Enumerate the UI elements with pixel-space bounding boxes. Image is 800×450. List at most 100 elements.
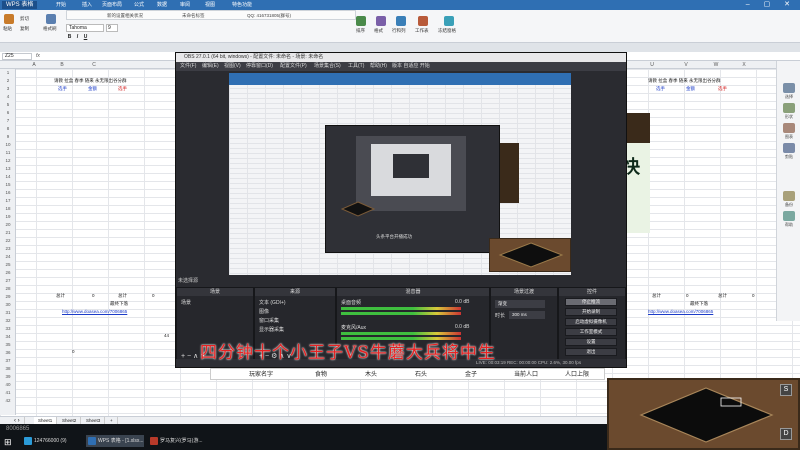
obs-menu-extra[interactable]: 版本 自适应 开始	[392, 62, 430, 71]
taskbar-item-game[interactable]: 罗马复兴(罗马)游...	[148, 435, 210, 447]
chart-icon[interactable]	[783, 123, 795, 133]
sort-icon[interactable]	[356, 16, 366, 26]
row-number[interactable]: 7	[0, 117, 16, 125]
menu-view[interactable]: 视图	[205, 0, 215, 10]
studio-mode-button[interactable]: 工作室模式	[565, 328, 617, 336]
taskbar-item-qq[interactable]: 124766000 (9)	[22, 435, 82, 447]
row-number[interactable]: 22	[0, 237, 16, 245]
row-number[interactable]: 29	[0, 293, 16, 301]
rows-cols-label[interactable]: 行和列	[392, 28, 406, 34]
row-number[interactable]: 19	[0, 213, 16, 221]
worksheet-icon[interactable]	[418, 16, 428, 26]
menu-formula[interactable]: 公式	[134, 0, 144, 10]
row-number[interactable]: 20	[0, 221, 16, 229]
format-painter-icon[interactable]	[46, 14, 56, 24]
row-number[interactable]: 5	[0, 101, 16, 109]
obs-menu-tools[interactable]: 工具(T)	[348, 62, 364, 71]
row-number[interactable]: 12	[0, 157, 16, 165]
obs-menu-view[interactable]: 视图(V)	[224, 62, 241, 71]
cut-label[interactable]: 剪切	[20, 16, 29, 22]
row-number[interactable]: 39	[0, 373, 16, 381]
obs-menu-docks[interactable]: 停靠窗口(D)	[246, 62, 273, 71]
row-number[interactable]: 28	[0, 285, 16, 293]
footer-link-left[interactable]: http://www.doasea.com/7006865	[62, 309, 127, 314]
start-icon[interactable]: ⊞	[4, 437, 16, 447]
italic-button[interactable]: I	[74, 34, 81, 41]
row-number[interactable]: 23	[0, 245, 16, 253]
footer-link-right[interactable]: http://www.doasea.com/7006865	[648, 309, 713, 314]
row-number[interactable]: 9	[0, 133, 16, 141]
select-icon[interactable]	[783, 83, 795, 93]
row-number[interactable]: 24	[0, 253, 16, 261]
underline-button[interactable]: U	[82, 34, 89, 41]
row-number[interactable]: 6	[0, 109, 16, 117]
col-b[interactable]: B	[44, 61, 80, 69]
freeze-panes-label[interactable]: 冻结窗格	[438, 28, 456, 34]
freeze-panes-icon[interactable]	[444, 16, 454, 26]
doc-tab-2[interactable]: 未命名标签	[182, 11, 242, 20]
source-text[interactable]: 文本 (GDI+)	[259, 299, 286, 306]
row-number[interactable]: 36	[0, 349, 16, 357]
row-number[interactable]: 33	[0, 325, 16, 333]
help-icon[interactable]	[783, 211, 795, 221]
row-number[interactable]: 40	[0, 381, 16, 389]
wps-app-badge[interactable]: WPS 表格	[2, 1, 38, 9]
taskbar-item-wps[interactable]: WPS 表格 - [1.xlsx...	[86, 435, 144, 447]
row-number[interactable]: 16	[0, 189, 16, 197]
row-number[interactable]: 15	[0, 181, 16, 189]
format-label[interactable]: 格式	[374, 28, 383, 34]
row-number[interactable]: 30	[0, 301, 16, 309]
row-number[interactable]: 8	[0, 125, 16, 133]
menu-review[interactable]: 审阅	[180, 0, 190, 10]
obs-menu-edit[interactable]: 编辑(E)	[202, 62, 219, 71]
sort-label[interactable]: 排序	[356, 28, 365, 34]
source-window[interactable]: 窗口采集	[259, 317, 279, 324]
row-number[interactable]: 41	[0, 389, 16, 397]
row-number[interactable]: 26	[0, 269, 16, 277]
row-number[interactable]: 3	[0, 85, 16, 93]
row-number[interactable]: 2	[0, 77, 16, 85]
paste-label[interactable]: 粘贴	[3, 26, 12, 32]
fx-icon[interactable]: fx	[36, 52, 40, 61]
transition-duration-input[interactable]: 300 ms	[509, 311, 545, 319]
format-painter-label[interactable]: 格式刷	[43, 26, 57, 32]
row-number[interactable]: 38	[0, 365, 16, 373]
menu-insert[interactable]: 插入	[82, 0, 92, 10]
name-box[interactable]: Z25	[2, 53, 32, 60]
row-number[interactable]: 18	[0, 205, 16, 213]
font-name-select[interactable]: Tahoma	[66, 24, 104, 32]
doc-tab-3[interactable]: QQ: 416731805(群号)	[247, 11, 347, 20]
row-number[interactable]: 34	[0, 333, 16, 341]
row-number[interactable]: 4	[0, 93, 16, 101]
row-number[interactable]: 35	[0, 341, 16, 349]
col-c[interactable]: C	[76, 61, 112, 69]
obs-menu-scene-collection[interactable]: 场景集合(S)	[314, 62, 341, 71]
doc-tab-1[interactable]: 新的设置相关状况	[107, 11, 177, 20]
game-s-badge-icon[interactable]: S	[780, 384, 792, 396]
clip-icon[interactable]	[783, 143, 795, 153]
stop-streaming-button[interactable]: 停止推流	[565, 298, 617, 306]
menu-special[interactable]: 特色功能	[232, 0, 252, 10]
row-number[interactable]: 32	[0, 317, 16, 325]
rows-cols-icon[interactable]	[396, 16, 406, 26]
menu-page-layout[interactable]: 页面布局	[102, 0, 122, 10]
scene-item[interactable]: 场景	[181, 299, 191, 306]
obs-menu-file[interactable]: 文件(F)	[180, 62, 196, 71]
settings-button[interactable]: 设置	[565, 338, 617, 346]
paste-icon[interactable]	[4, 14, 14, 24]
obs-menu-help[interactable]: 帮助(H)	[370, 62, 387, 71]
row-number[interactable]: 10	[0, 141, 16, 149]
source-image[interactable]: 图像	[259, 308, 269, 315]
shape-icon[interactable]	[783, 103, 795, 113]
row-number[interactable]: 37	[0, 357, 16, 365]
row-number[interactable]: 27	[0, 277, 16, 285]
row-number[interactable]: 17	[0, 197, 16, 205]
font-size-select[interactable]: 9	[106, 24, 118, 32]
row-number[interactable]: 42	[0, 397, 16, 405]
menu-home[interactable]: 开始	[56, 0, 66, 10]
row-number[interactable]: 31	[0, 309, 16, 317]
backup-icon[interactable]	[783, 191, 795, 201]
row-number[interactable]: 25	[0, 261, 16, 269]
source-display[interactable]: 显示器采集	[259, 326, 284, 333]
window-controls[interactable]: – ▢ ✕	[746, 0, 796, 10]
